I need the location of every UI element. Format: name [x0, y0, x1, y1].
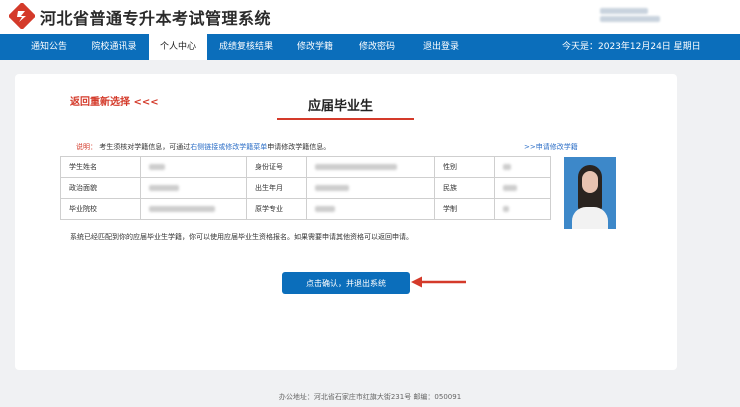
note-tail: 申请修改学籍信息。: [267, 143, 331, 151]
note: 说明： 考生须核对学籍信息，可通过右侧链接或修改学籍菜单申请修改学籍信息。: [76, 142, 330, 152]
label-id-number: 身份证号: [246, 156, 307, 178]
student-info-table: 学生姓名 身份证号 性别 政治面貌 出生年月 民族 毕业院校 原学专业 学制: [60, 156, 551, 220]
logo-icon: [9, 3, 35, 29]
heading-underline: [277, 118, 414, 120]
table-row: 政治面貌 出生年月 民族: [60, 177, 551, 199]
value-original-major: [306, 198, 435, 220]
value-birth-date: [306, 177, 435, 199]
value-political-status: [140, 177, 247, 199]
label-graduate-school: 毕业院校: [60, 198, 141, 220]
red-arrow-icon: [411, 276, 466, 288]
apply-edit-record-link[interactable]: >>申请修改学籍: [524, 142, 578, 152]
note-link[interactable]: 右侧链接或修改学籍菜单: [190, 143, 267, 151]
value-duration: [494, 198, 551, 220]
note-label: 说明：: [76, 143, 97, 151]
match-message: 系统已经匹配到你的应届毕业生学籍，你可以使用应届毕业生资格报名。如果需要申请其他…: [70, 233, 413, 241]
label-original-major: 原学专业: [246, 198, 307, 220]
table-row: 毕业院校 原学专业 学制: [60, 198, 551, 220]
label-gender: 性别: [434, 156, 495, 178]
main-nav: 通知公告 院校通讯录 个人中心 成绩复核结果 修改学籍 修改密码 退出登录 今天…: [0, 34, 740, 60]
value-id-number: [306, 156, 435, 178]
nav-item-personal-center[interactable]: 个人中心: [149, 34, 207, 60]
footer-address: 办公地址：河北省石家庄市红旗大街231号 邮编：050091: [278, 393, 462, 401]
label-political-status: 政治面貌: [60, 177, 141, 199]
nav-item-change-password[interactable]: 修改密码: [349, 34, 405, 60]
confirm-logout-button[interactable]: 点击确认，并退出系统: [282, 272, 410, 294]
note-text: 考生须核对学籍信息，可通过: [99, 143, 191, 151]
site-title: 河北省普通专升本考试管理系统: [40, 9, 272, 28]
page-heading: 应届毕业生: [308, 99, 374, 114]
nav-item-edit-record[interactable]: 修改学籍: [285, 34, 345, 60]
table-row: 学生姓名 身份证号 性别: [60, 156, 551, 178]
today-date: 今天是：2023年12月24日 星期日: [562, 42, 701, 52]
label-birth-date: 出生年月: [246, 177, 307, 199]
back-reselect-link[interactable]: 返回重新选择 <<<: [70, 93, 159, 108]
user-info: [600, 6, 662, 26]
student-photo: [564, 157, 616, 229]
nav-item-score-review[interactable]: 成绩复核结果: [212, 34, 280, 60]
value-graduate-school: [140, 198, 247, 220]
label-duration: 学制: [434, 198, 495, 220]
nav-item-directory[interactable]: 院校通讯录: [80, 34, 148, 60]
label-ethnicity: 民族: [434, 177, 495, 199]
value-gender: [494, 156, 551, 178]
nav-item-logout[interactable]: 退出登录: [410, 34, 472, 60]
value-student-name: [140, 156, 247, 178]
label-student-name: 学生姓名: [60, 156, 141, 178]
header: 河北省普通专升本考试管理系统: [0, 0, 740, 34]
nav-item-notices[interactable]: 通知公告: [18, 34, 80, 60]
value-ethnicity: [494, 177, 551, 199]
